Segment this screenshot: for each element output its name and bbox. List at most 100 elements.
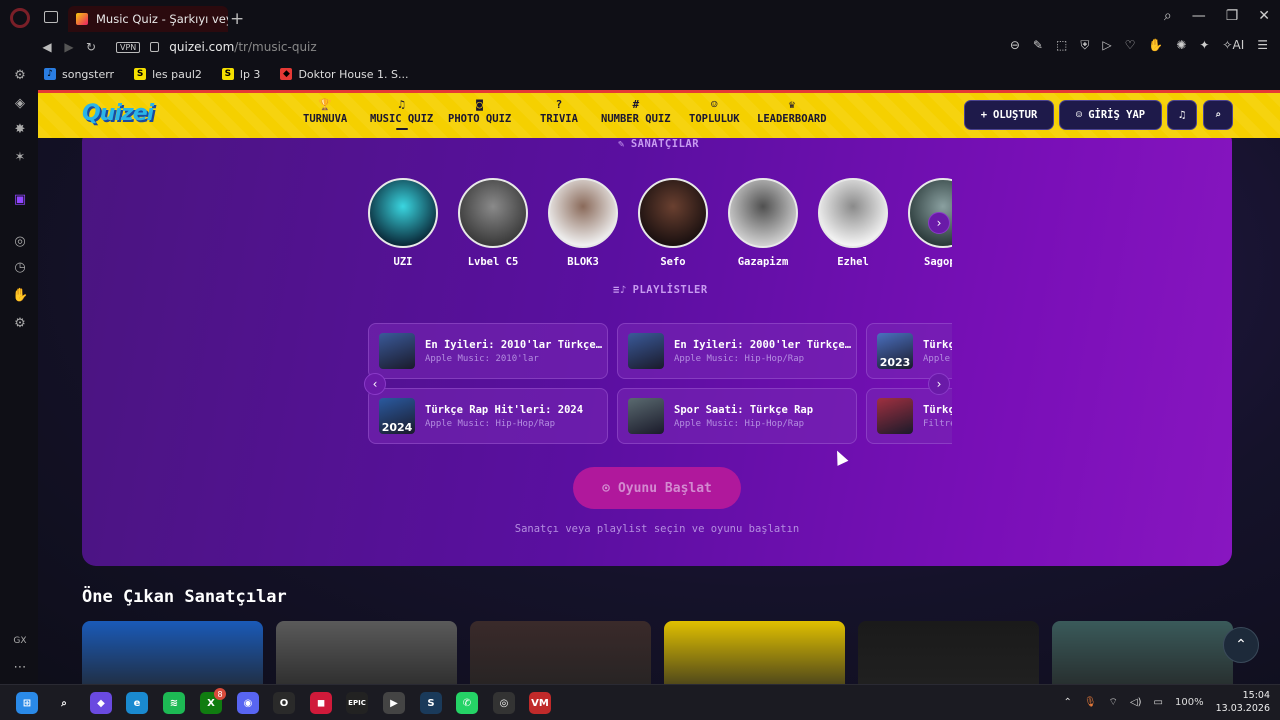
artist-card[interactable]: UZI (366, 178, 440, 268)
menu-icon[interactable]: ☰ (1257, 38, 1268, 53)
playlist-card[interactable]: Spor Saati: Türkçe Rap Apple Music: Hip-H… (617, 388, 857, 444)
spotify-icon[interactable]: ◎ (12, 234, 28, 250)
hot-tabs-icon[interactable]: ✸ (12, 122, 28, 138)
url-field[interactable]: quizei.com/tr/music-quiz (169, 40, 316, 54)
notifications-button[interactable]: ♫ (1167, 100, 1197, 130)
playlist-text: Türkçe Rap 2023 Apple Music: Hip-Hop/Rap (923, 339, 952, 364)
forward-button[interactable]: ▶ (58, 40, 80, 54)
voicemeeter-icon[interactable]: VM (529, 692, 551, 714)
spotify-icon[interactable]: ≋ (163, 692, 185, 714)
system-tray: ⌃ 🎙 ⌔ ◁) ▭ 100% 15:04 13.03.2026 (1063, 689, 1270, 715)
history-icon[interactable]: ◷ (12, 260, 28, 276)
nav-photo-quiz[interactable]: ◙ PHOTO QUIZ (448, 97, 511, 125)
windows-start-icon[interactable]: ⊞ (16, 692, 38, 714)
mod-icon[interactable]: ✋ (1148, 38, 1163, 53)
create-button[interactable]: + OLUŞTUR (964, 100, 1054, 130)
reload-button[interactable]: ↻ (80, 40, 102, 54)
gx-cleaner-icon[interactable]: ✶ (12, 150, 28, 166)
featured-artist-card[interactable] (82, 621, 263, 684)
shield-icon[interactable]: ⛨ (1080, 38, 1089, 53)
mic-icon: ✎ (618, 138, 625, 150)
twitch-icon[interactable]: ▣ (12, 192, 28, 208)
playlist-cover: 2023 (877, 333, 913, 369)
minimize-button[interactable]: — (1192, 8, 1206, 24)
nav-number-quiz[interactable]: # NUMBER QUIZ (601, 97, 671, 125)
playlist-card[interactable]: En İyileri: 2010'lar Türkçe Rap Apple Mus… (368, 323, 608, 379)
app-red-icon[interactable]: ◼ (310, 692, 332, 714)
featured-artist-card[interactable] (858, 621, 1039, 684)
nav-label: TURNUVA (303, 113, 348, 125)
discord-icon[interactable]: ◉ (237, 692, 259, 714)
nav-topluluk[interactable]: ☺ TOPLULUK (689, 97, 740, 125)
clock[interactable]: 15:04 13.03.2026 (1216, 689, 1270, 715)
site-logo[interactable]: Quizei (82, 101, 154, 126)
whatsapp-icon[interactable]: ✆ (456, 692, 478, 714)
featured-artist-card[interactable] (276, 621, 457, 684)
ai-button[interactable]: ✧AI (1222, 38, 1244, 53)
playlist-card[interactable]: En İyileri: 2000'ler Türkçe Rap Apple Mus… (617, 323, 857, 379)
bookmark-item[interactable]: Sles paul2 (134, 68, 202, 81)
scroll-to-top-button[interactable]: ⌃ (1223, 627, 1259, 663)
search-tabs-icon[interactable]: ⌕ (1164, 8, 1172, 24)
copilot-icon[interactable]: ◆ (90, 692, 112, 714)
bookmark-item[interactable]: ◆ Doktor House 1. S... (280, 68, 409, 81)
gx-corner-icon[interactable]: ◈ (12, 96, 28, 112)
opera-gx-icon[interactable]: O (273, 692, 295, 714)
playlists-prev-button[interactable]: ‹ (364, 373, 386, 395)
featured-artist-card[interactable] (470, 621, 651, 684)
heart-icon[interactable]: ♡ (1125, 38, 1136, 53)
microphone-icon[interactable]: 🎙 (1084, 697, 1097, 708)
playlists-next-button[interactable]: › (928, 373, 950, 395)
featured-artist-card[interactable] (664, 621, 845, 684)
artist-card[interactable]: Lvbel C5 (456, 178, 530, 268)
nav-turnuva[interactable]: 🏆 TURNUVA (303, 97, 347, 125)
playlist-card[interactable]: 2024 Türkçe Rap Hit'leri: 2024 Apple Music… (368, 388, 608, 444)
zoom-icon[interactable]: ⊖ (1010, 38, 1020, 53)
volume-icon[interactable]: ◁) (1130, 697, 1142, 708)
fx-icon[interactable]: ✺ (1176, 38, 1186, 53)
bookmark-favicon-icon: S (221, 68, 234, 80)
artist-card[interactable]: Ezhel (816, 178, 890, 268)
wifi-icon[interactable]: ⌔ (1109, 696, 1118, 709)
epic-games-icon[interactable]: EPIC (346, 692, 368, 714)
media-player-icon[interactable]: ▶ (383, 692, 405, 714)
bookmark-item[interactable]: ♪ songsterr (44, 68, 114, 81)
artist-card[interactable]: BLOK3 (546, 178, 620, 268)
edge-icon[interactable]: e (126, 692, 148, 714)
play-icon[interactable]: ▷ (1102, 38, 1111, 53)
nav-leaderboard[interactable]: ♛ LEADERBOARD (757, 97, 827, 125)
nav-music-quiz[interactable]: ♫ MUSIC QUIZ (370, 97, 433, 130)
login-button[interactable]: ☺ GİRİŞ YAP (1059, 100, 1162, 130)
artist-card[interactable]: Sefo (636, 178, 710, 268)
steam-icon[interactable]: S (420, 692, 442, 714)
search-icon[interactable]: ⌕ (53, 692, 75, 714)
maximize-button[interactable]: ❐ (1226, 8, 1239, 24)
artists-next-button[interactable]: › (928, 212, 950, 234)
obs-icon[interactable]: ◎ (493, 692, 515, 714)
more-icon[interactable]: ⋯ (12, 660, 28, 676)
featured-artist-card[interactable] (1052, 621, 1233, 684)
wallpaper-icon[interactable]: ✦ (1199, 38, 1209, 53)
vpn-badge[interactable]: VPN (116, 41, 141, 53)
tab-list-icon[interactable] (44, 11, 58, 23)
battery-icon[interactable]: ▭ (1154, 697, 1163, 708)
back-button[interactable]: ◀ (36, 40, 58, 54)
gx-control-icon[interactable]: ⚙ (12, 68, 28, 84)
nav-trivia[interactable]: ? TRIVIA (540, 97, 578, 125)
opera-gx-logo-icon[interactable] (10, 8, 30, 28)
lock-icon[interactable] (150, 42, 160, 52)
start-game-button[interactable]: ⊙ Oyunu Başlat (573, 467, 741, 509)
extensions-icon[interactable]: ✋ (12, 288, 28, 304)
snapshot-icon[interactable]: ⬚ (1056, 38, 1067, 53)
bookmark-item[interactable]: Slp 3 (221, 68, 260, 81)
close-window-button[interactable]: ✕ (1258, 8, 1270, 24)
playlist-card[interactable]: Türkçe Rap Filtre Filtre (866, 388, 952, 444)
artist-card[interactable]: Gazapizm (726, 178, 800, 268)
new-tab-button[interactable]: + (230, 9, 244, 29)
settings-icon[interactable]: ⚙ (12, 316, 28, 332)
site-search-button[interactable]: ⌕ (1203, 100, 1233, 130)
active-tab[interactable]: Music Quiz - Şarkıyı veya s (68, 6, 228, 32)
chevron-up-icon[interactable]: ⌃ (1063, 697, 1071, 708)
pin-icon[interactable]: ✎ (1033, 38, 1043, 53)
playlist-card[interactable]: 2023 Türkçe Rap 2023 Apple Music: Hip-Hop/… (866, 323, 952, 379)
